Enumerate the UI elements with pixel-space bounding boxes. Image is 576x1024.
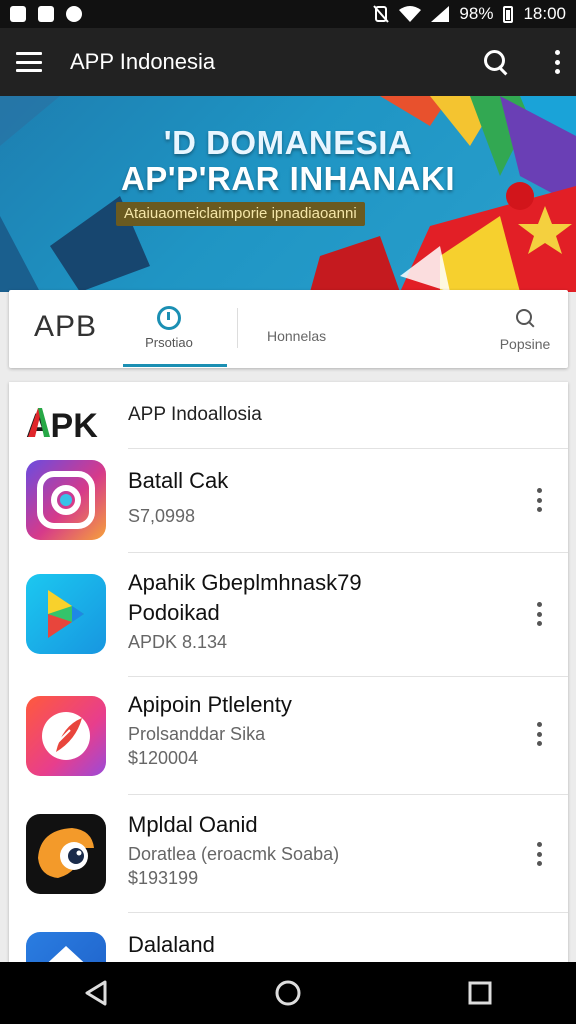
home-button[interactable] (258, 973, 318, 1013)
tab-honnelas[interactable]: Honnelas (267, 328, 326, 344)
item-menu-icon[interactable] (535, 722, 543, 746)
app-notification-icon (66, 6, 82, 22)
tab-label: Popsine (499, 336, 551, 352)
tab-popsine[interactable]: Popsine (497, 308, 553, 352)
list-header: APK APP Indoallosia (9, 382, 568, 448)
list-item[interactable]: Apahik Gbeplmhnask79 Podoikad APDK 8.134 (9, 552, 568, 676)
signal-icon (431, 6, 450, 22)
tabs-bar: APB Prsotiao Honnelas Popsine (9, 290, 568, 368)
item-subtitle: Podoikad (128, 600, 220, 625)
back-icon (85, 980, 107, 1006)
tab-brand[interactable]: APB (34, 310, 97, 344)
item-title: Apahik Gbeplmhnask79 (128, 570, 362, 595)
recents-button[interactable] (450, 973, 510, 1013)
item-title: Apipoin Ptlelenty (128, 692, 292, 717)
list-title: APP Indoallosia (128, 404, 262, 425)
list-item[interactable]: Apipoin Ptlelenty Prolsanddar Sika $1200… (9, 676, 568, 794)
battery-icon (503, 5, 514, 23)
banner-tagline: Ataiuaomeiclaimporie ipnadiaoanni (116, 202, 365, 226)
item-menu-icon[interactable] (535, 488, 543, 512)
tab-divider (237, 308, 238, 348)
feather-app-icon (26, 696, 106, 776)
status-bar: 98% 18:00 (0, 0, 576, 28)
home-icon (275, 980, 301, 1006)
bird-app-icon (26, 814, 106, 894)
item-title: Batall Cak (128, 468, 229, 493)
app-bar: APP Indonesia (0, 28, 576, 96)
gallery-notification-icon (10, 6, 26, 22)
item-subtitle: Prolsanddar Sika (128, 724, 266, 744)
active-tab-indicator (123, 364, 227, 367)
more-options-icon[interactable] (554, 50, 560, 74)
battery-percent: 98% (459, 4, 494, 23)
no-sim-icon (373, 5, 390, 23)
back-button[interactable] (66, 973, 126, 1013)
banner-headline-1: 'D DOMANESIA (163, 124, 413, 161)
item-price: $193199 (128, 868, 199, 888)
banner-headline-2: AP'P'RAR INHANAKI (120, 160, 456, 197)
play-store-icon (26, 574, 106, 654)
item-subtitle: Doratlea (eroacmk Soaba) (128, 844, 340, 864)
item-title: Dalaland (128, 932, 215, 957)
apk-logo: APK (26, 407, 98, 444)
info-icon (157, 306, 181, 330)
clock: 18:00 (523, 4, 566, 23)
wifi-icon (399, 6, 422, 22)
system-nav-bar (0, 962, 576, 1024)
menu-icon[interactable] (16, 52, 42, 72)
item-price: $120004 (128, 748, 199, 768)
search-icon[interactable] (482, 48, 510, 76)
search-icon (514, 308, 536, 330)
item-menu-icon[interactable] (535, 842, 543, 866)
app-title: APP Indonesia (70, 49, 216, 74)
app-list: APK APP Indoallosia Batall Cak S7,0998 A… (9, 382, 568, 982)
item-menu-icon[interactable] (535, 602, 543, 626)
list-item[interactable]: Batall Cak S7,0998 (9, 448, 568, 552)
tab-label: Prsotiao (145, 335, 193, 350)
camera-app-icon (26, 460, 106, 540)
item-price: APDK 8.134 (128, 632, 228, 652)
item-title: Mpldal Oanid (128, 812, 258, 837)
shop-notification-icon (38, 6, 54, 22)
tab-prsotiao[interactable]: Prsotiao (137, 306, 201, 350)
promo-banner[interactable]: 'D DOMANESIA AP'P'RAR INHANAKI Ataiuaome… (0, 96, 576, 292)
recents-icon (468, 981, 492, 1005)
item-price: S7,0998 (128, 506, 196, 526)
list-item[interactable]: Mpldal Oanid Doratlea (eroacmk Soaba) $1… (9, 794, 568, 912)
